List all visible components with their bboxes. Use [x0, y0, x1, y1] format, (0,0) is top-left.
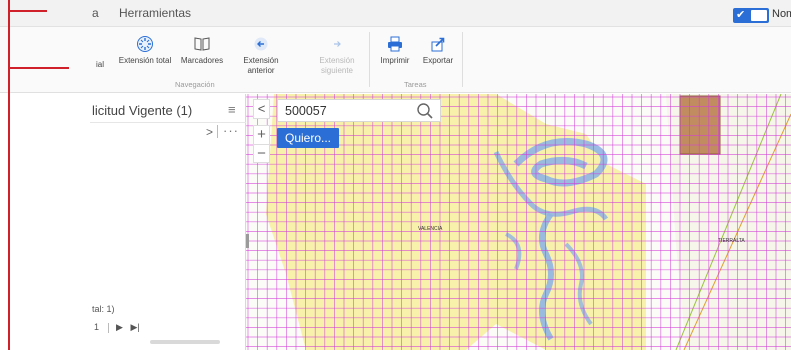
previous-extent-label-1: Extensión [243, 56, 279, 65]
print-label: Imprimir [380, 56, 410, 65]
map-search[interactable]: 500057 [277, 99, 441, 122]
menu-item-herramientas[interactable]: Herramientas [119, 6, 191, 20]
search-input[interactable]: 500057 [285, 104, 327, 118]
full-extent-icon [137, 36, 153, 52]
printer-icon [388, 36, 402, 52]
name-toggle[interactable]: ✔ [733, 8, 769, 23]
next-extent-button[interactable]: Extensión siguiente [316, 35, 358, 76]
pager: 1 ▶ ▶| [94, 322, 145, 333]
bookmarks-button[interactable]: Marcadores [178, 35, 226, 66]
bookmarks-label: Marcadores [180, 56, 224, 65]
map-label-valencia: VALENCIA [418, 226, 443, 232]
separator [217, 125, 218, 138]
export-icon [431, 37, 445, 52]
quiero-button[interactable]: Quiero... [277, 128, 340, 148]
previous-extent-label-2: anterior [247, 66, 275, 75]
print-button[interactable]: Imprimir [376, 35, 414, 66]
initial-extent-button[interactable]: ial [90, 60, 110, 70]
zoom-control: + − [253, 125, 270, 163]
zoom-out-button[interactable]: − [254, 144, 269, 162]
check-icon: ✔ [736, 9, 746, 21]
full-extent-label: Extensión total [118, 56, 172, 65]
next-extent-label-2: siguiente [320, 66, 354, 75]
results-panel: licitud Vigente (1) ≡ > ··· tal: 1) 1 ▶ … [0, 94, 246, 350]
next-extent-label-1: Extensión [319, 56, 355, 65]
arrow-left-icon [254, 37, 268, 51]
ribbon-toolbar: ial Extensión total Marcadores Navegació… [0, 27, 791, 93]
export-button[interactable]: Exportar [419, 35, 457, 66]
panel-splitter[interactable] [246, 234, 249, 248]
toggle-label: Nom [772, 8, 791, 20]
horizontal-scrollbar[interactable] [150, 340, 220, 344]
last-page-icon[interactable]: ▶| [130, 322, 139, 333]
next-page-icon[interactable]: ▶ [116, 322, 123, 333]
collapse-panel-button[interactable]: < [253, 99, 270, 119]
annotation-line [8, 10, 47, 12]
panel-title: licitud Vigente (1) [92, 103, 193, 118]
total-count: tal: 1) [92, 304, 115, 314]
previous-extent-button[interactable]: Extensión anterior [240, 35, 282, 76]
ribbon-divider [369, 32, 370, 87]
search-icon[interactable] [416, 102, 434, 120]
zoom-in-button[interactable]: + [254, 126, 269, 144]
initial-extent-label: ial [95, 60, 104, 69]
tasks-group-label: Tareas [404, 80, 427, 89]
page-number: 1 [94, 322, 100, 332]
annotation-line [8, 0, 10, 350]
menu-icon[interactable]: ≡ [228, 102, 236, 117]
book-icon [194, 37, 210, 51]
full-extent-button[interactable]: Extensión total [118, 35, 172, 66]
more-options-icon[interactable]: ··· [223, 123, 239, 138]
arrow-right-icon [334, 41, 341, 47]
toggle-knob [751, 10, 767, 21]
navigation-group-label: Navegación [175, 80, 215, 89]
separator [107, 322, 109, 333]
chevron-right-icon[interactable]: > [206, 125, 213, 139]
menu-item-partial[interactable]: a [92, 6, 99, 20]
menu-bar: a Herramientas ✔ Nom [0, 0, 791, 27]
ribbon-divider [462, 32, 463, 87]
export-label: Exportar [422, 56, 454, 65]
annotation-line [8, 67, 69, 69]
map-label-tierralta: TIERRALTA [718, 238, 745, 244]
